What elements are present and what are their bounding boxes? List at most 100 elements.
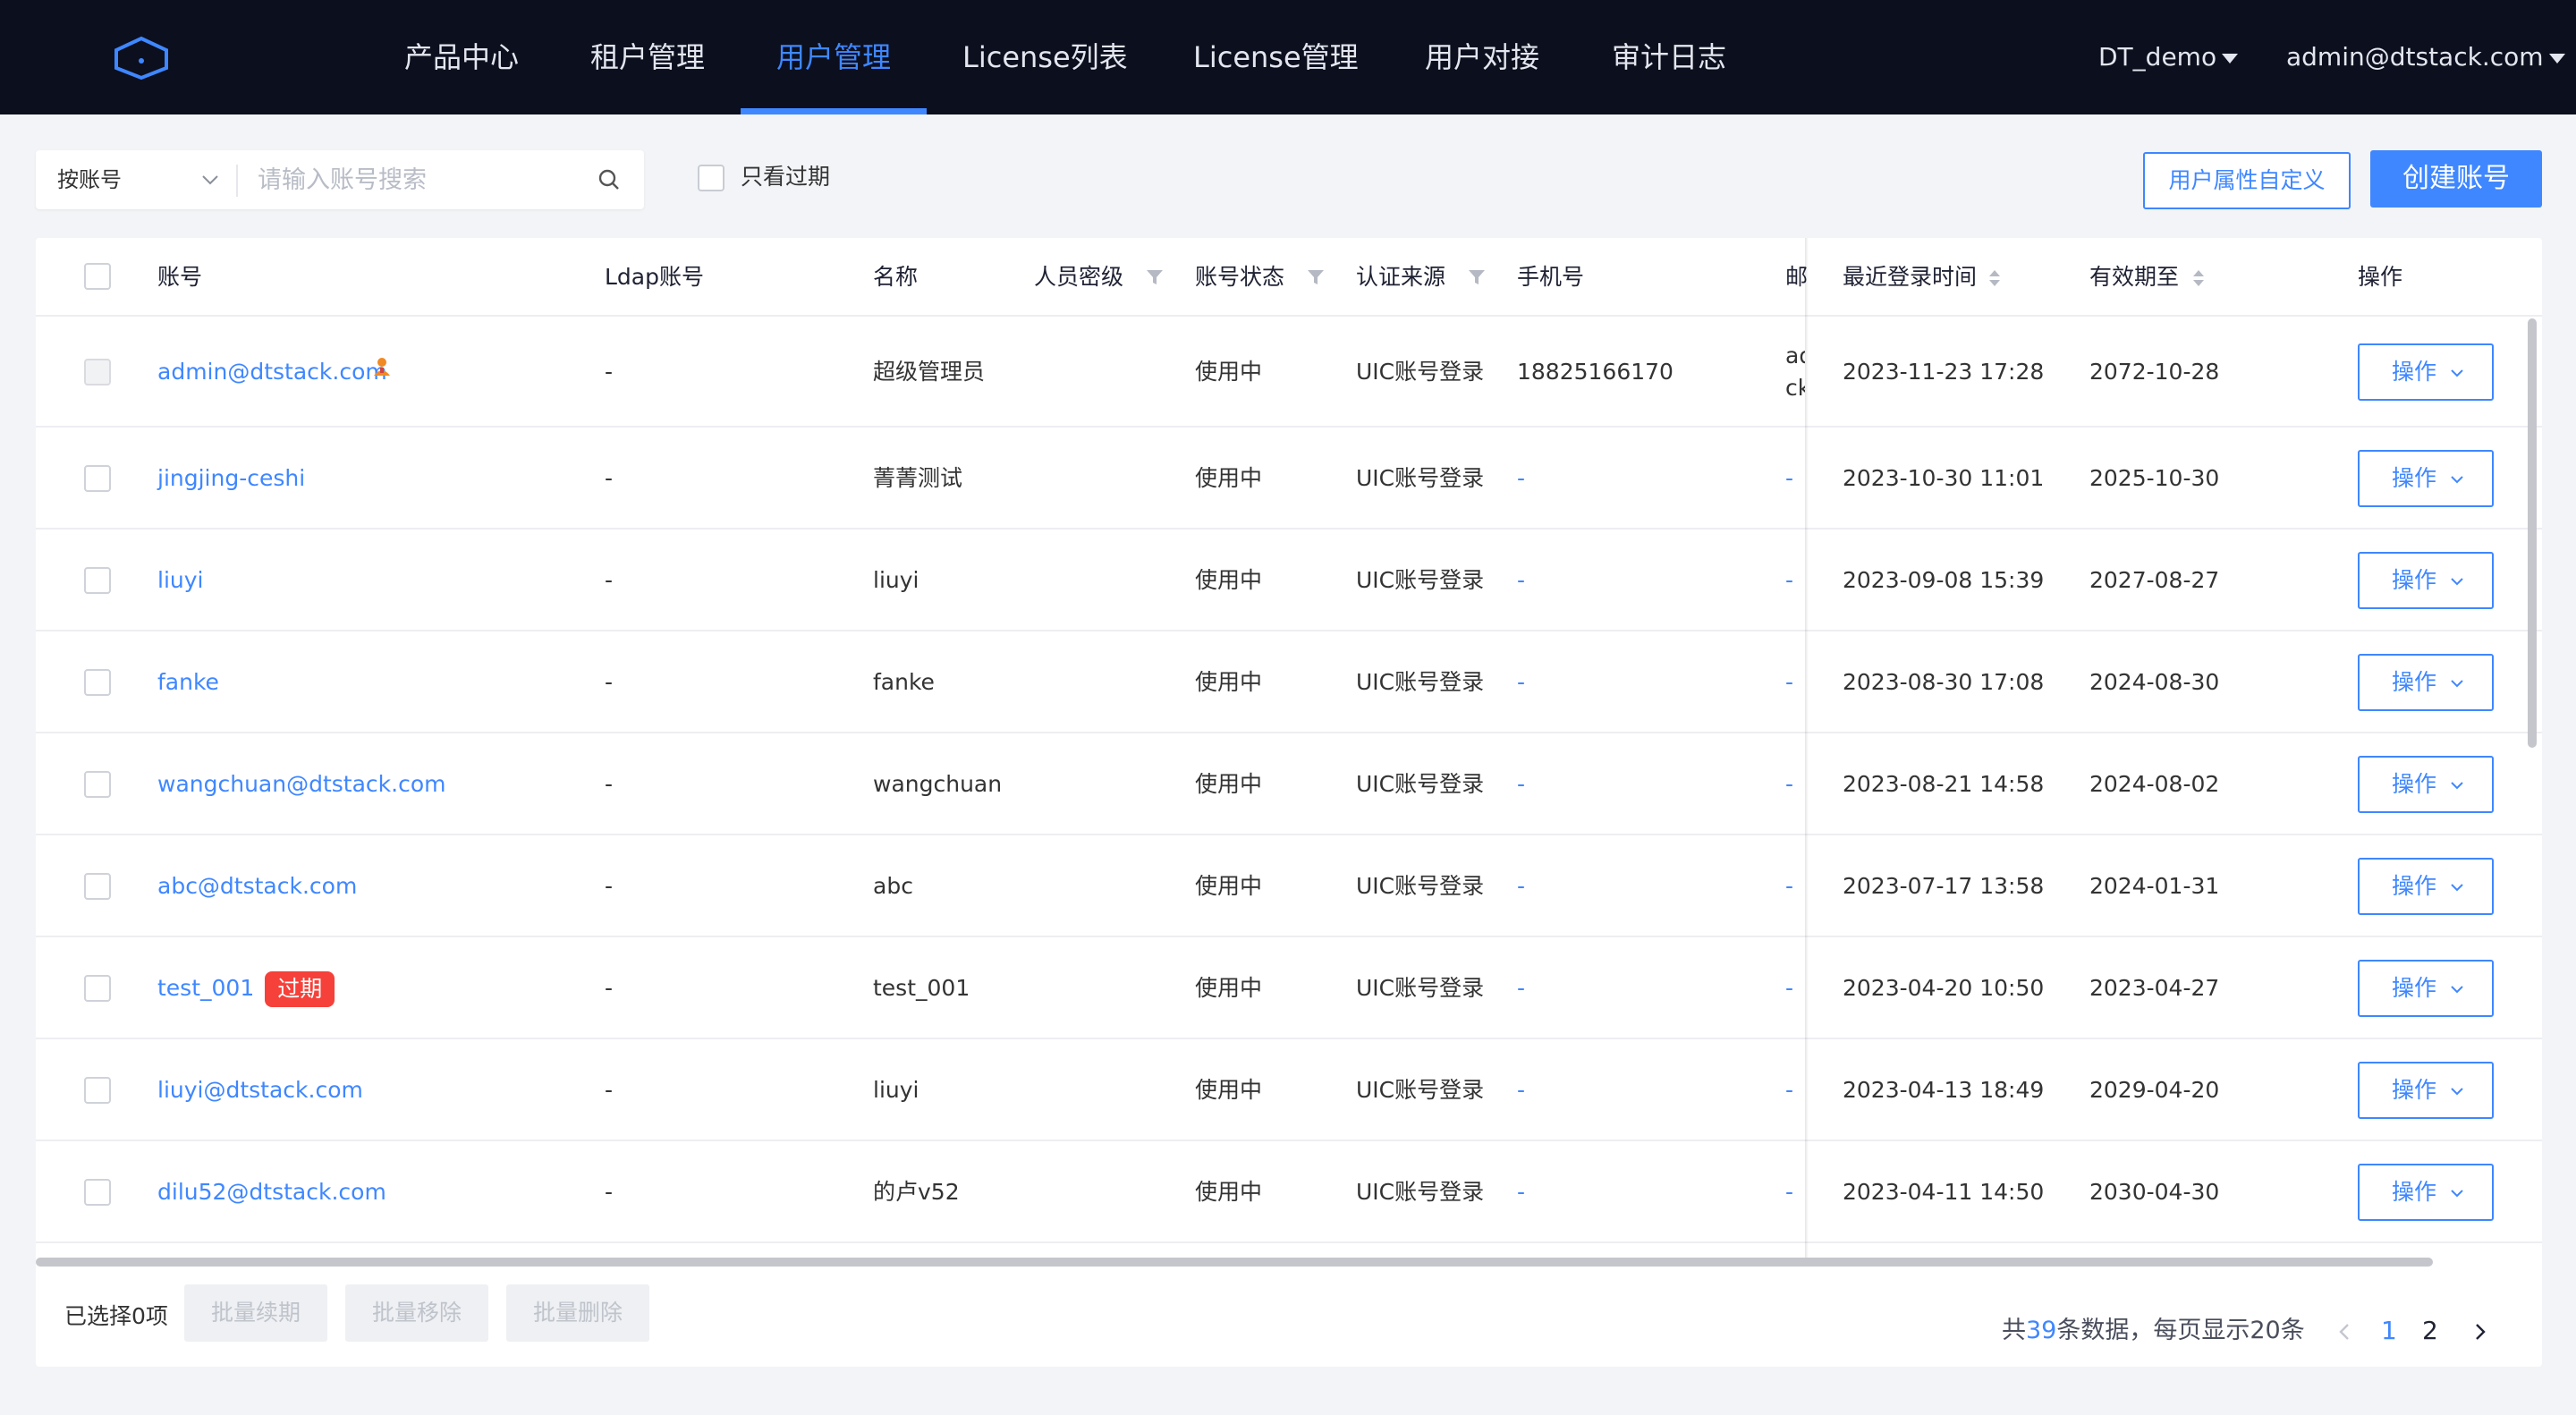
account-link[interactable]: liuyi@dtstack.com [157,1039,363,1141]
select-all-checkbox[interactable] [84,263,111,290]
status-cell: 使用中 [1195,1179,1263,1205]
row-checkbox[interactable] [84,1077,111,1104]
account-link[interactable]: test_001 过期 [157,937,335,1039]
chevron-right-icon[interactable] [2470,1322,2488,1342]
nav-item-audit-log[interactable]: 审计日志 [1612,0,1726,114]
ldap-cell: - [605,567,614,593]
email-cell: - [1785,771,1794,797]
table-header: 账号 Ldap账号 名称 人员密级 账号状态 认证来源 手机号 邮 最近登录时间… [36,238,2542,317]
vertical-scrollbar[interactable] [2528,318,2537,748]
valid-until-cell: 2025-10-30 [2089,465,2220,491]
phone-cell: - [1517,1077,1526,1103]
bulk-delete-button[interactable]: 批量删除 [506,1284,649,1342]
sort-icon[interactable] [1987,265,2002,292]
logo-icon[interactable] [113,36,170,80]
auth-source-cell: UIC账号登录 [1356,669,1485,695]
admin-user-icon [374,358,390,376]
account-link[interactable]: fanke [157,631,219,733]
create-account-button[interactable]: 创建账号 [2370,150,2542,208]
column-header-valid-until: 有效期至 [2089,264,2180,290]
row-checkbox[interactable] [84,567,111,594]
row-action-button[interactable]: 操作 [2358,756,2494,813]
column-header-status: 账号状态 [1195,264,1285,290]
valid-until-cell: 2024-01-31 [2089,873,2220,899]
page-2-button[interactable]: 2 [2422,1311,2438,1351]
row-action-button[interactable]: 操作 [2358,654,2494,711]
filter-icon[interactable] [1306,267,1326,287]
search-input[interactable] [258,157,597,202]
sort-icon[interactable] [2191,265,2206,292]
table-row: test_001 过期 - test_001 使用中 UIC账号登录 - - 2023-04-2… [36,937,2542,1039]
account-link[interactable]: abc@dtstack.com [157,835,357,937]
chevron-down-icon [2451,369,2463,377]
only-expired-checkbox[interactable] [698,165,724,191]
nav-item-user-integration[interactable]: 用户对接 [1425,0,1539,114]
user-dropdown[interactable]: admin@dtstack.com [2286,0,2565,114]
bulk-renew-button[interactable]: 批量续期 [184,1284,327,1342]
auth-source-cell: UIC账号登录 [1356,359,1485,385]
account-link[interactable]: admin@dtstack.com [157,317,387,428]
account-link[interactable]: jingjing-ceshi [157,428,305,530]
phone-cell: - [1517,567,1526,593]
last-login-cell: 2023-11-23 17:28 [1843,359,2045,385]
row-action-button[interactable]: 操作 [2358,450,2494,507]
page-1-button[interactable]: 1 [2381,1311,2397,1351]
row-checkbox[interactable] [84,975,111,1002]
nav-item-user-management[interactable]: 用户管理 [776,0,891,114]
row-checkbox[interactable] [84,873,111,900]
ldap-cell: - [605,975,614,1001]
ldap-cell: - [605,669,614,695]
row-checkbox[interactable] [84,669,111,696]
search-type-select[interactable]: 按账号 [36,150,236,209]
row-action-button[interactable]: 操作 [2358,1164,2494,1221]
name-cell: abc [873,873,913,899]
caret-down-icon [2222,53,2239,64]
row-action-button[interactable]: 操作 [2358,1062,2494,1119]
total-prefix: 共 [2002,1317,2026,1344]
row-checkbox[interactable] [84,465,111,492]
last-login-cell: 2023-10-30 11:01 [1843,465,2045,491]
tenant-name: DT_demo [2098,42,2217,72]
status-cell: 使用中 [1195,669,1263,695]
auth-source-cell: UIC账号登录 [1356,873,1485,899]
row-action-label: 操作 [2392,771,2437,797]
chevron-down-icon [2451,1190,2463,1198]
nav-item-tenant-management[interactable]: 租户管理 [590,0,705,114]
row-action-button[interactable]: 操作 [2358,960,2494,1017]
row-checkbox[interactable] [84,1179,111,1206]
last-login-cell: 2023-07-17 13:58 [1843,873,2045,899]
account-link[interactable]: dilu52@dtstack.com [157,1141,386,1243]
phone-cell: - [1517,669,1526,695]
ldap-cell: - [605,1179,614,1205]
email-cell: - [1785,1077,1794,1103]
account-link[interactable]: liuyi [157,530,203,631]
name-cell: fanke [873,669,935,695]
nav-active-indicator [741,108,927,114]
row-action-button[interactable]: 操作 [2358,343,2494,401]
last-login-cell: 2023-04-11 14:50 [1843,1179,2045,1205]
filter-icon[interactable] [1467,267,1487,287]
column-header-last-login: 最近登录时间 [1843,264,1978,290]
user-email: admin@dtstack.com [2286,42,2544,72]
chevron-left-icon[interactable] [2336,1322,2354,1342]
tenant-dropdown[interactable]: DT_demo [2098,0,2239,114]
last-login-cell: 2023-04-13 18:49 [1843,1077,2045,1103]
name-cell: liuyi [873,567,919,593]
row-action-button[interactable]: 操作 [2358,552,2494,609]
row-action-button[interactable]: 操作 [2358,858,2494,915]
account-link[interactable]: wangchuan@dtstack.com [157,733,445,835]
custom-attributes-button[interactable]: 用户属性自定义 [2143,152,2351,209]
auth-source-cell: UIC账号登录 [1356,975,1485,1001]
nav-item-license-management[interactable]: License管理 [1193,0,1359,114]
filter-icon[interactable] [1145,267,1165,287]
search-icon[interactable] [597,168,621,191]
horizontal-scrollbar[interactable] [36,1258,2433,1267]
row-checkbox[interactable] [84,771,111,798]
ldap-cell: - [605,1077,614,1103]
email-cell: - [1785,873,1794,899]
nav-item-license-list[interactable]: License列表 [962,0,1128,114]
bulk-remove-button[interactable]: 批量移除 [345,1284,488,1342]
row-checkbox [84,359,111,386]
nav-item-product-center[interactable]: 产品中心 [404,0,519,114]
account-text: fanke [157,669,219,695]
